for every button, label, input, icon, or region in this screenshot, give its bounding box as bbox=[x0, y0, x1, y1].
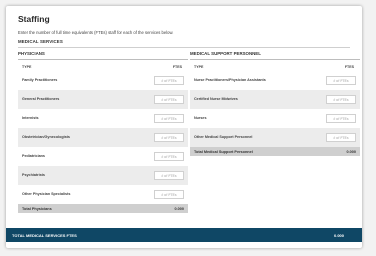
row-label: Other Medical Support Personnel bbox=[194, 135, 253, 140]
fte-input[interactable]: # of FTEs bbox=[326, 133, 356, 142]
row-label: General Practitioners bbox=[22, 97, 60, 102]
fte-input[interactable]: # of FTEs bbox=[154, 114, 184, 123]
total-value: 0.000 bbox=[174, 206, 184, 211]
row-label: Nurse Practitioners/Physician Assistants bbox=[194, 78, 266, 83]
table-row: Psychiatrists # of FTEs bbox=[18, 166, 188, 185]
table-row: Obstetrician/Gynecologists # of FTEs bbox=[18, 128, 188, 147]
type-column-header: TYPE bbox=[22, 65, 32, 69]
fte-input[interactable]: # of FTEs bbox=[154, 76, 184, 85]
section-heading: MEDICAL SERVICES bbox=[18, 39, 63, 44]
physicians-column-headers: TYPE FTES bbox=[18, 63, 188, 71]
fte-input[interactable]: # of FTEs bbox=[154, 152, 184, 161]
support-rows: Nurse Practitioners/Physician Assistants… bbox=[190, 71, 360, 147]
type-column-header: TYPE bbox=[194, 65, 204, 69]
support-panel: MEDICAL SUPPORT PERSONNEL TYPE FTES Nurs… bbox=[190, 51, 360, 156]
fte-input[interactable]: # of FTEs bbox=[154, 190, 184, 199]
row-label: Nurses bbox=[194, 116, 207, 121]
physicians-header: PHYSICIANS bbox=[18, 51, 188, 60]
staffing-card: Staffing Enter the number of full time e… bbox=[6, 6, 362, 248]
row-label: Other Physician Specialists bbox=[22, 192, 71, 197]
fte-input[interactable]: # of FTEs bbox=[154, 171, 184, 180]
support-total-row: Total Medical Support Personnel 0.000 bbox=[190, 147, 360, 156]
row-label: Family Practitioners bbox=[22, 78, 58, 83]
total-label: Total Physicians bbox=[22, 206, 52, 211]
total-value: 0.000 bbox=[346, 149, 356, 154]
total-label: Total Medical Support Personnel bbox=[194, 149, 253, 154]
grand-total-bar: TOTAL MEDICAL SERVICES FTES 0.000 bbox=[6, 228, 362, 242]
fte-input[interactable]: # of FTEs bbox=[154, 95, 184, 104]
support-column-headers: TYPE FTES bbox=[190, 63, 360, 71]
table-row: Other Medical Support Personnel # of FTE… bbox=[190, 128, 360, 147]
table-row: Certified Nurse Midwives # of FTEs bbox=[190, 90, 360, 109]
physicians-rows: Family Practitioners # of FTEs General P… bbox=[18, 71, 188, 204]
row-label: Obstetrician/Gynecologists bbox=[22, 135, 70, 140]
table-row: Family Practitioners # of FTEs bbox=[18, 71, 188, 90]
table-row: Pediatricians # of FTEs bbox=[18, 147, 188, 166]
table-row: Other Physician Specialists # of FTEs bbox=[18, 185, 188, 204]
table-row: Nurse Practitioners/Physician Assistants… bbox=[190, 71, 360, 90]
fte-input[interactable]: # of FTEs bbox=[326, 76, 356, 85]
grand-total-label: TOTAL MEDICAL SERVICES FTES bbox=[12, 232, 77, 238]
fte-input[interactable]: # of FTEs bbox=[326, 95, 356, 104]
row-label: Internists bbox=[22, 116, 39, 121]
ftes-column-header: FTES bbox=[172, 65, 182, 69]
row-label: Psychiatrists bbox=[22, 173, 45, 178]
table-row: General Practitioners # of FTEs bbox=[18, 90, 188, 109]
ftes-column-header: FTES bbox=[344, 65, 354, 69]
physicians-panel: PHYSICIANS TYPE FTES Family Practitioner… bbox=[18, 51, 188, 213]
fte-input[interactable]: # of FTEs bbox=[326, 114, 356, 123]
page-subtitle: Enter the number of full time equivalent… bbox=[18, 30, 174, 35]
table-row: Nurses # of FTEs bbox=[190, 109, 360, 128]
physicians-total-row: Total Physicians 0.000 bbox=[18, 204, 188, 213]
page-title: Staffing bbox=[18, 14, 50, 24]
section-divider bbox=[18, 47, 350, 48]
row-label: Pediatricians bbox=[22, 154, 45, 159]
grand-total-value: 0.000 bbox=[333, 232, 344, 238]
table-row: Internists # of FTEs bbox=[18, 109, 188, 128]
row-label: Certified Nurse Midwives bbox=[194, 97, 238, 102]
fte-input[interactable]: # of FTEs bbox=[154, 133, 184, 142]
support-header: MEDICAL SUPPORT PERSONNEL bbox=[190, 51, 360, 60]
